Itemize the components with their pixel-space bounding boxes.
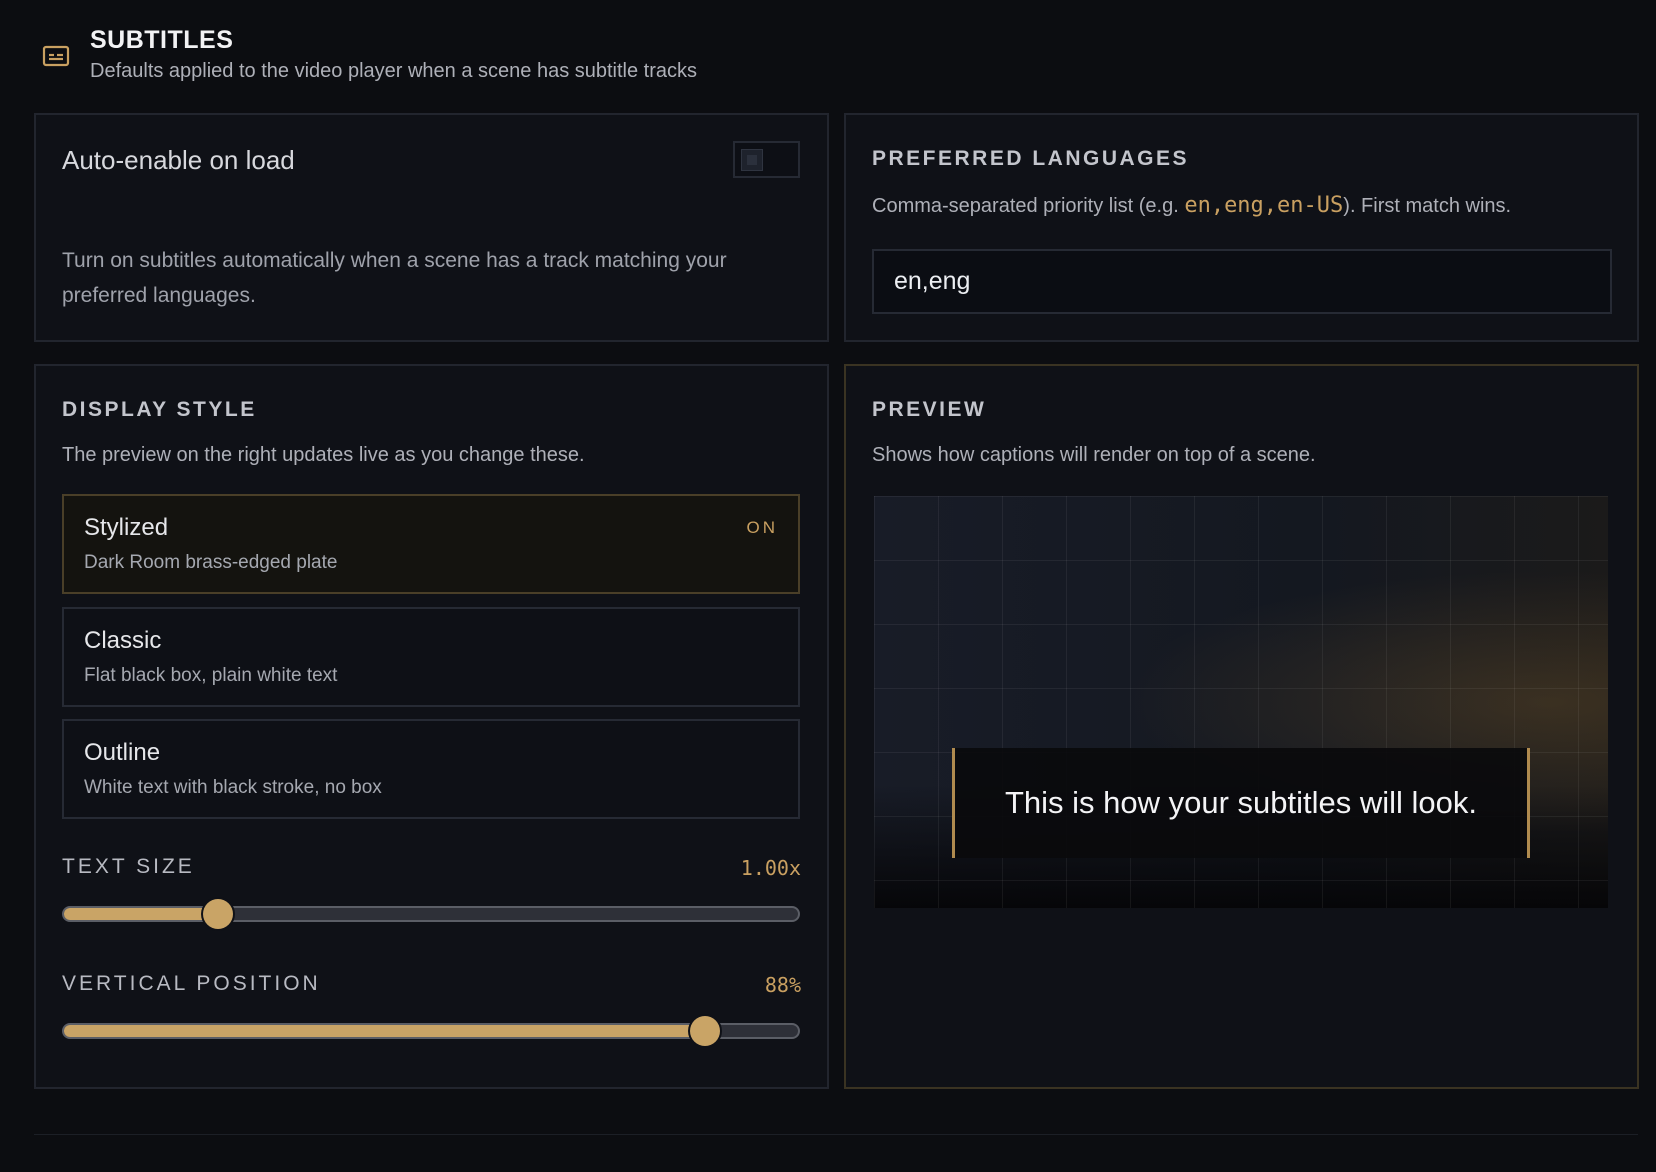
divider	[34, 1134, 1638, 1135]
style-option-stylized[interactable]: Stylized Dark Room brass-edged plate ON	[62, 494, 800, 594]
slider-fill	[64, 1025, 705, 1037]
toggle-knob	[741, 149, 763, 171]
active-badge: ON	[746, 518, 778, 537]
slider-fill	[64, 908, 219, 920]
preferred-languages-description: Comma-separated priority list (e.g. en,e…	[872, 193, 1511, 218]
slider-thumb[interactable]	[203, 899, 234, 929]
auto-enable-card: Auto-enable on load Turn on subtitles au…	[34, 113, 829, 342]
page-title: SUBTITLES	[90, 26, 234, 54]
style-option-desc: Flat black box, plain white text	[84, 665, 338, 686]
vertical-position-label: VERTICAL POSITION	[62, 972, 321, 995]
caption-plate: This is how your subtitles will look.	[952, 748, 1530, 858]
preferred-languages-card: PREFERRED LANGUAGES Comma-separated prio…	[844, 113, 1639, 342]
text-size-label: TEXT SIZE	[62, 855, 195, 878]
style-option-desc: White text with black stroke, no box	[84, 777, 382, 798]
auto-enable-toggle[interactable]	[733, 141, 800, 178]
preview-scene: This is how your subtitles will look.	[874, 496, 1608, 908]
style-option-name: Classic	[84, 627, 162, 654]
display-style-card: DISPLAY STYLE The preview on the right u…	[34, 364, 829, 1089]
display-style-title: DISPLAY STYLE	[62, 398, 257, 421]
preview-card: PREVIEW Shows how captions will render o…	[844, 364, 1639, 1089]
caption-text: This is how your subtitles will look.	[1004, 785, 1478, 820]
page-subtitle: Defaults applied to the video player whe…	[90, 60, 698, 82]
desc-text-after: ). First match wins.	[1343, 195, 1512, 217]
style-option-name: Outline	[84, 739, 161, 766]
auto-enable-description: Turn on subtitles automatically when a s…	[62, 249, 727, 307]
vertical-position-value: 88%	[764, 973, 801, 997]
subtitles-icon	[42, 45, 70, 67]
vertical-position-slider[interactable]	[62, 1016, 800, 1046]
style-option-classic[interactable]: Classic Flat black box, plain white text	[62, 607, 800, 707]
preview-description: Shows how captions will render on top of…	[872, 444, 1316, 466]
preview-title: PREVIEW	[872, 398, 987, 421]
display-style-description: The preview on the right updates live as…	[62, 444, 585, 466]
preferred-languages-title: PREFERRED LANGUAGES	[872, 147, 1190, 170]
style-option-outline[interactable]: Outline White text with black stroke, no…	[62, 719, 800, 819]
style-option-name: Stylized	[84, 514, 169, 541]
section-header: SUBTITLES Defaults applied to the video …	[42, 24, 697, 83]
text-size-slider[interactable]	[62, 899, 800, 929]
desc-text-before: Comma-separated priority list (e.g.	[872, 195, 1185, 217]
desc-example-code: en,eng,en-US	[1184, 193, 1344, 218]
slider-thumb[interactable]	[689, 1016, 720, 1046]
preferred-languages-input[interactable]	[872, 249, 1612, 314]
auto-enable-label: Auto-enable on load	[62, 145, 295, 175]
text-size-value: 1.00x	[740, 856, 801, 880]
style-option-desc: Dark Room brass-edged plate	[84, 552, 338, 573]
